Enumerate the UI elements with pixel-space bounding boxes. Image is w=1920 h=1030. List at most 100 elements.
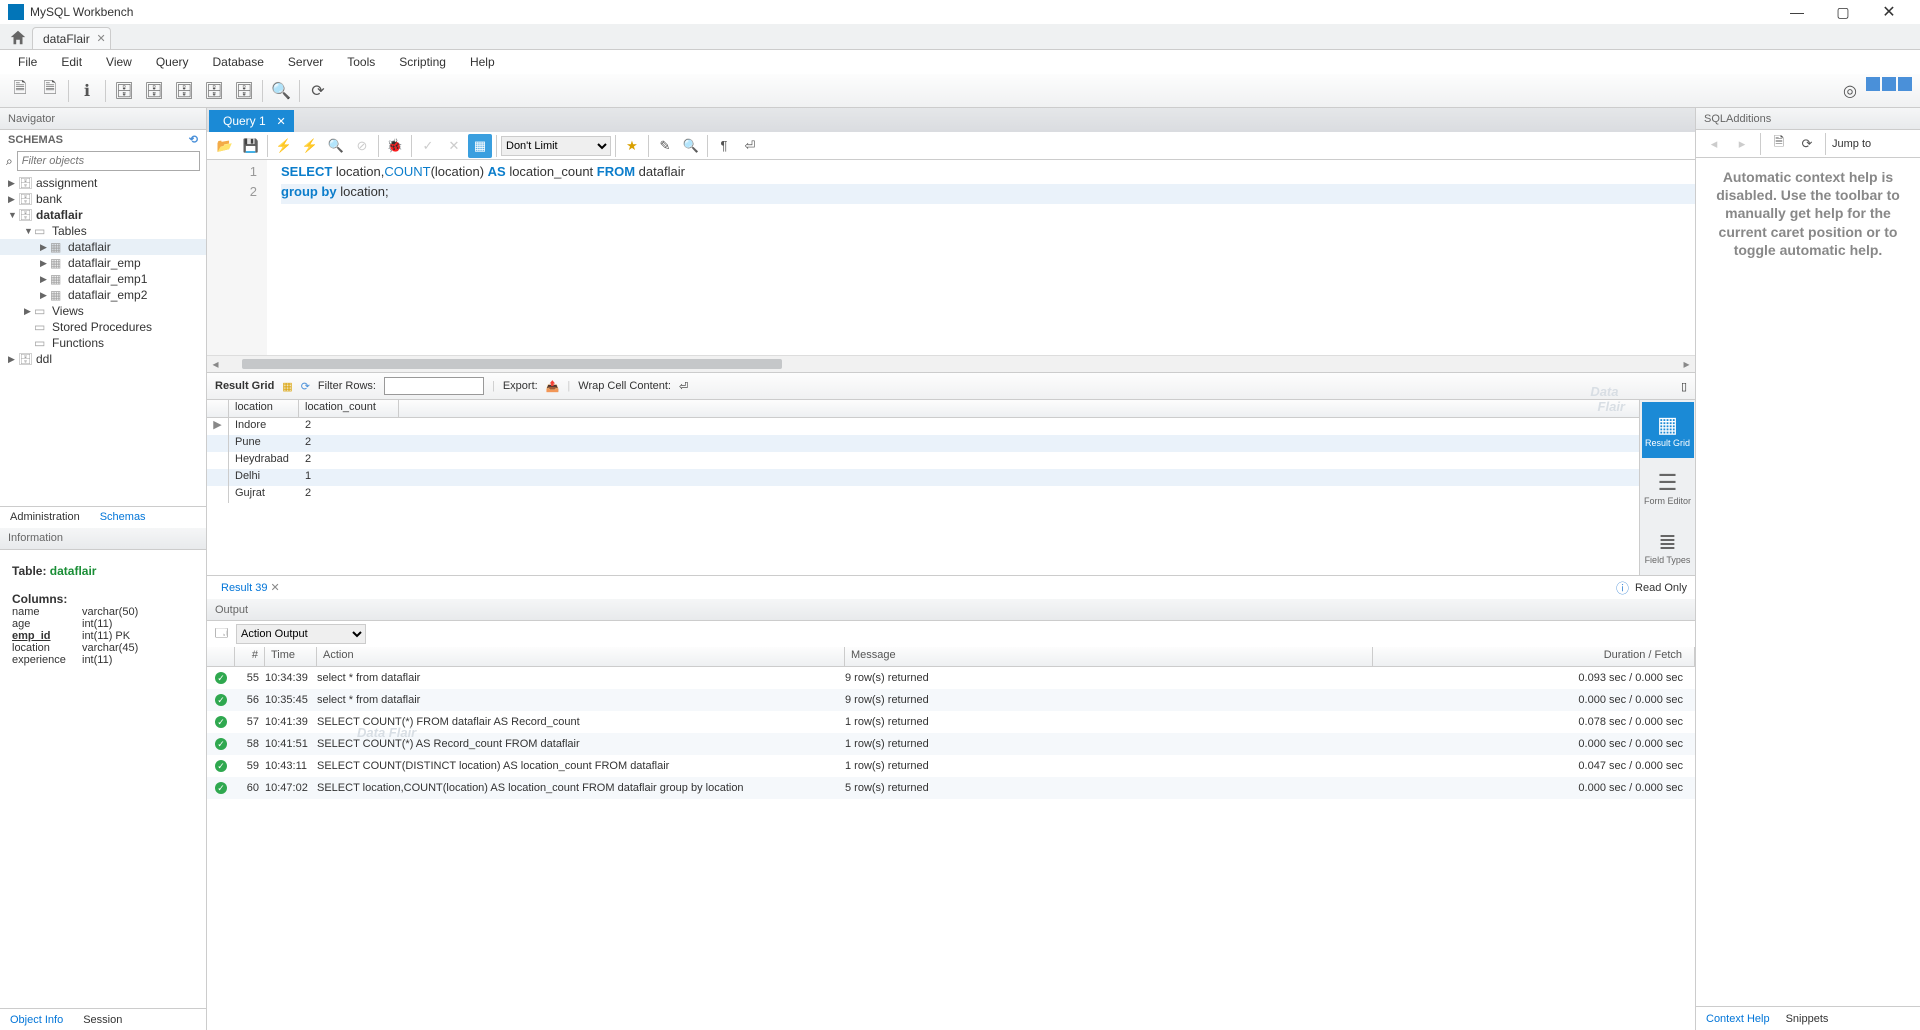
menu-view[interactable]: View [94, 55, 144, 69]
autocommit-icon[interactable]: ▦ [468, 134, 492, 158]
back-icon[interactable]: ◂ [1702, 132, 1726, 156]
gear-icon[interactable]: ◎ [1836, 77, 1864, 105]
panel-toggle-bottom[interactable] [1882, 77, 1896, 91]
search-icon[interactable]: 🔍 [267, 77, 295, 105]
form-editor-button[interactable]: ☰ Form Editor [1642, 460, 1694, 516]
tab-context-help[interactable]: Context Help [1706, 1013, 1770, 1025]
schema-tree[interactable]: ▶🗄assignment▶🗄bank▼🗄dataflair▼▭Tables▶▦d… [0, 173, 206, 506]
tree-item-dataflair_emp2[interactable]: ▶▦dataflair_emp2 [0, 287, 206, 303]
refresh-icon[interactable]: ⟳ [304, 77, 332, 105]
connection-tab[interactable]: dataFlair ✕ [32, 27, 111, 49]
open-icon[interactable]: 📂 [213, 134, 237, 158]
output-row[interactable]: ✓5610:35:45select * from dataflair9 row(… [207, 689, 1695, 711]
tree-item-ddl[interactable]: ▶🗄ddl [0, 351, 206, 367]
result-grid[interactable]: location location_count ▶Indore2Pune2Hey… [207, 400, 1639, 575]
menu-help[interactable]: Help [458, 55, 507, 69]
panel-split-icon[interactable]: ▯ [1681, 380, 1687, 393]
tree-item-stored-procedures[interactable]: ▭Stored Procedures [0, 319, 206, 335]
find-icon[interactable]: 🔍 [679, 134, 703, 158]
menu-file[interactable]: File [6, 55, 49, 69]
refresh-icon[interactable]: ⟲ [189, 133, 198, 146]
close-button[interactable]: ✕ [1866, 0, 1912, 24]
filter-rows-input[interactable] [384, 377, 484, 395]
check-icon[interactable]: ✓ [416, 134, 440, 158]
jump-to-label[interactable]: Jump to [1832, 138, 1871, 150]
home-button[interactable] [6, 27, 30, 49]
column-header-location[interactable]: location [229, 400, 299, 417]
close-icon[interactable]: ✕ [96, 32, 105, 45]
menu-query[interactable]: Query [144, 55, 201, 69]
explain-icon[interactable]: 🔍 [324, 134, 348, 158]
grid-icon[interactable]: ▦ [282, 380, 292, 393]
tree-item-dataflair_emp1[interactable]: ▶▦dataflair_emp1 [0, 271, 206, 287]
close-icon[interactable]: ✕ [276, 115, 285, 128]
tab-administration[interactable]: Administration [0, 507, 90, 528]
star-icon[interactable]: ★ [620, 134, 644, 158]
output-row[interactable]: ✓5510:34:39select * from dataflair9 row(… [207, 667, 1695, 689]
sql-editor[interactable]: 12 SELECT location,COUNT(location) AS lo… [207, 160, 1695, 355]
export-icon[interactable]: 📤 [546, 380, 560, 393]
execute-current-icon[interactable]: ⚡ [298, 134, 322, 158]
refresh-icon[interactable]: ⟳ [301, 380, 310, 393]
stop-icon[interactable]: ⊘ [350, 134, 374, 158]
db-icon[interactable]: 🗄 [110, 77, 138, 105]
menu-edit[interactable]: Edit [49, 55, 94, 69]
menu-server[interactable]: Server [276, 55, 335, 69]
tree-item-functions[interactable]: ▭Functions [0, 335, 206, 351]
menu-tools[interactable]: Tools [335, 55, 387, 69]
invisible-chars-icon[interactable]: ¶ [712, 134, 736, 158]
execute-icon[interactable]: ⚡ [272, 134, 296, 158]
output-row[interactable]: ✓6010:47:02SELECT location,COUNT(locatio… [207, 777, 1695, 799]
wrap-icon[interactable]: ⏎ [738, 134, 762, 158]
wrap-icon[interactable]: ⏎ [679, 380, 688, 393]
save-icon[interactable]: 💾 [239, 134, 263, 158]
filter-objects-input[interactable] [17, 151, 200, 171]
limit-select[interactable]: Don't Limit [501, 136, 611, 156]
table-row[interactable]: Gujrat2 [207, 486, 1639, 503]
inspector-icon[interactable]: ℹ [73, 77, 101, 105]
table-row[interactable]: ▶Indore2 [207, 418, 1639, 435]
new-sql-tab-icon[interactable]: 🗎 [6, 77, 34, 105]
minimize-button[interactable]: — [1774, 0, 1820, 24]
table-row[interactable]: Delhi1 [207, 469, 1639, 486]
query-tab[interactable]: Query 1 ✕ [209, 110, 294, 132]
tab-schemas[interactable]: Schemas [90, 507, 156, 528]
column-header-count[interactable]: location_count [299, 400, 399, 417]
tab-snippets[interactable]: Snippets [1786, 1013, 1829, 1025]
tab-session[interactable]: Session [73, 1009, 132, 1030]
open-sql-icon[interactable]: 🗎 [36, 77, 64, 105]
tree-item-assignment[interactable]: ▶🗄assignment [0, 175, 206, 191]
tree-item-tables[interactable]: ▼▭Tables [0, 223, 206, 239]
menu-scripting[interactable]: Scripting [387, 55, 458, 69]
tab-object-info[interactable]: Object Info [0, 1009, 73, 1030]
maximize-button[interactable]: ▢ [1820, 0, 1866, 24]
tree-item-dataflair_emp[interactable]: ▶▦dataflair_emp [0, 255, 206, 271]
cancel-icon[interactable]: ✕ [442, 134, 466, 158]
close-icon[interactable]: ✕ [271, 582, 280, 594]
help-icon[interactable]: 🗎 [1767, 132, 1791, 156]
result-grid-view-button[interactable]: ▦ Result Grid [1642, 402, 1694, 458]
tree-item-views[interactable]: ▶▭Views [0, 303, 206, 319]
menu-database[interactable]: Database [201, 55, 276, 69]
db-icon[interactable]: 🗄 [140, 77, 168, 105]
tree-item-dataflair[interactable]: ▼🗄dataflair [0, 207, 206, 223]
forward-icon[interactable]: ▸ [1730, 132, 1754, 156]
output-type-select[interactable]: Action Output [236, 624, 366, 644]
db-icon[interactable]: 🗄 [200, 77, 228, 105]
table-row[interactable]: Heydrabad2 [207, 452, 1639, 469]
tree-item-dataflair[interactable]: ▶▦dataflair [0, 239, 206, 255]
result-tab[interactable]: Result 39 ✕ [215, 581, 286, 594]
output-row[interactable]: ✓5810:41:51SELECT COUNT(*) AS Record_cou… [207, 733, 1695, 755]
output-row[interactable]: ✓5910:43:11SELECT COUNT(DISTINCT locatio… [207, 755, 1695, 777]
tree-item-bank[interactable]: ▶🗄bank [0, 191, 206, 207]
db-icon[interactable]: 🗄 [170, 77, 198, 105]
field-types-button[interactable]: ≣ Field Types [1642, 519, 1694, 575]
horizontal-scrollbar[interactable]: ◂ ▸ [207, 355, 1695, 372]
beautify-icon[interactable]: ✎ [653, 134, 677, 158]
table-row[interactable]: Pune2 [207, 435, 1639, 452]
commit-icon[interactable]: 🐞 [383, 134, 407, 158]
auto-help-icon[interactable]: ⟳ [1795, 132, 1819, 156]
output-row[interactable]: ✓5710:41:39SELECT COUNT(*) FROM dataflai… [207, 711, 1695, 733]
db-icon[interactable]: 🗄 [230, 77, 258, 105]
panel-toggle-left[interactable] [1866, 77, 1880, 91]
